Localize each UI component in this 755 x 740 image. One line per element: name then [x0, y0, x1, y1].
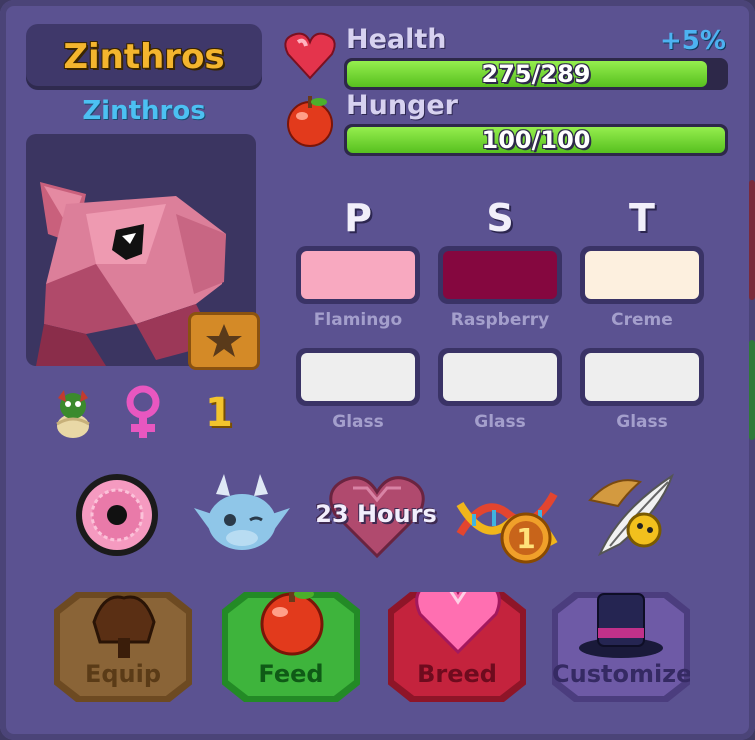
equip-label: Equip [84, 660, 162, 688]
breed-button[interactable]: Breed [388, 592, 526, 702]
hunger-value: 100/100 [481, 126, 591, 154]
side-tab-green[interactable] [749, 340, 755, 440]
baby-dragon-egg-icon [52, 384, 94, 444]
feed-label: Feed [258, 660, 324, 688]
customize-button[interactable]: Customize [552, 592, 690, 702]
color-header-tertiary: T [629, 196, 655, 240]
blue-dragon-pet-icon[interactable] [190, 474, 294, 564]
dna-icon[interactable]: 1 [454, 474, 560, 568]
favorite-star-button[interactable] [188, 312, 260, 370]
hunger-label: Hunger [346, 90, 458, 121]
swatch-fill [585, 251, 699, 299]
quill-hat-icon[interactable] [580, 470, 680, 566]
hunger-bar: 100/100 [344, 124, 728, 156]
side-tab-red[interactable] [749, 180, 755, 300]
swatch-fill [301, 353, 415, 401]
health-value: 275/289 [481, 60, 591, 88]
material-swatch-primary[interactable] [296, 348, 420, 406]
feed-button[interactable]: Feed [222, 592, 360, 702]
creature-name: Zinthros [63, 37, 225, 77]
health-label: Health [346, 24, 447, 55]
dna-level: 1 [516, 522, 535, 555]
color-header-primary: P [344, 196, 372, 240]
health-bonus: +5% [660, 26, 726, 56]
heart-health-icon [282, 28, 342, 88]
female-gender-icon [122, 384, 164, 446]
swatch-fill [443, 353, 557, 401]
species-name: Zinthros [82, 96, 206, 126]
material-swatch-secondary[interactable] [438, 348, 562, 406]
color-header-secondary: S [486, 196, 514, 240]
pink-eye-icon[interactable] [74, 472, 160, 562]
color-swatch-secondary[interactable] [438, 246, 562, 304]
breed-label: Breed [417, 660, 497, 688]
swatch-fill [443, 251, 557, 299]
material-label-tertiary: Glass [616, 412, 668, 432]
material-label-secondary: Glass [474, 412, 526, 432]
name-plate[interactable]: Zinthros [26, 24, 262, 90]
health-bar: 275/289 [344, 58, 728, 90]
star-icon [206, 324, 242, 357]
apple-hunger-icon [282, 92, 342, 152]
saddle-icon [92, 595, 156, 658]
color-swatch-tertiary[interactable] [580, 246, 704, 304]
color-label-secondary: Raspberry [450, 310, 550, 330]
material-label-primary: Glass [332, 412, 384, 432]
material-swatch-tertiary[interactable] [580, 348, 704, 406]
generation-number: 1 [205, 390, 233, 436]
top-hat-icon [579, 593, 663, 658]
color-label-tertiary: Creme [611, 310, 673, 330]
customize-label: Customize [552, 660, 693, 688]
equip-button[interactable]: Equip [54, 592, 192, 702]
breed-timer-text: 23 Hours [315, 500, 437, 528]
swatch-fill [301, 251, 415, 299]
swatch-fill [585, 353, 699, 401]
color-swatch-primary[interactable] [296, 246, 420, 304]
color-label-primary: Flamingo [313, 310, 403, 330]
